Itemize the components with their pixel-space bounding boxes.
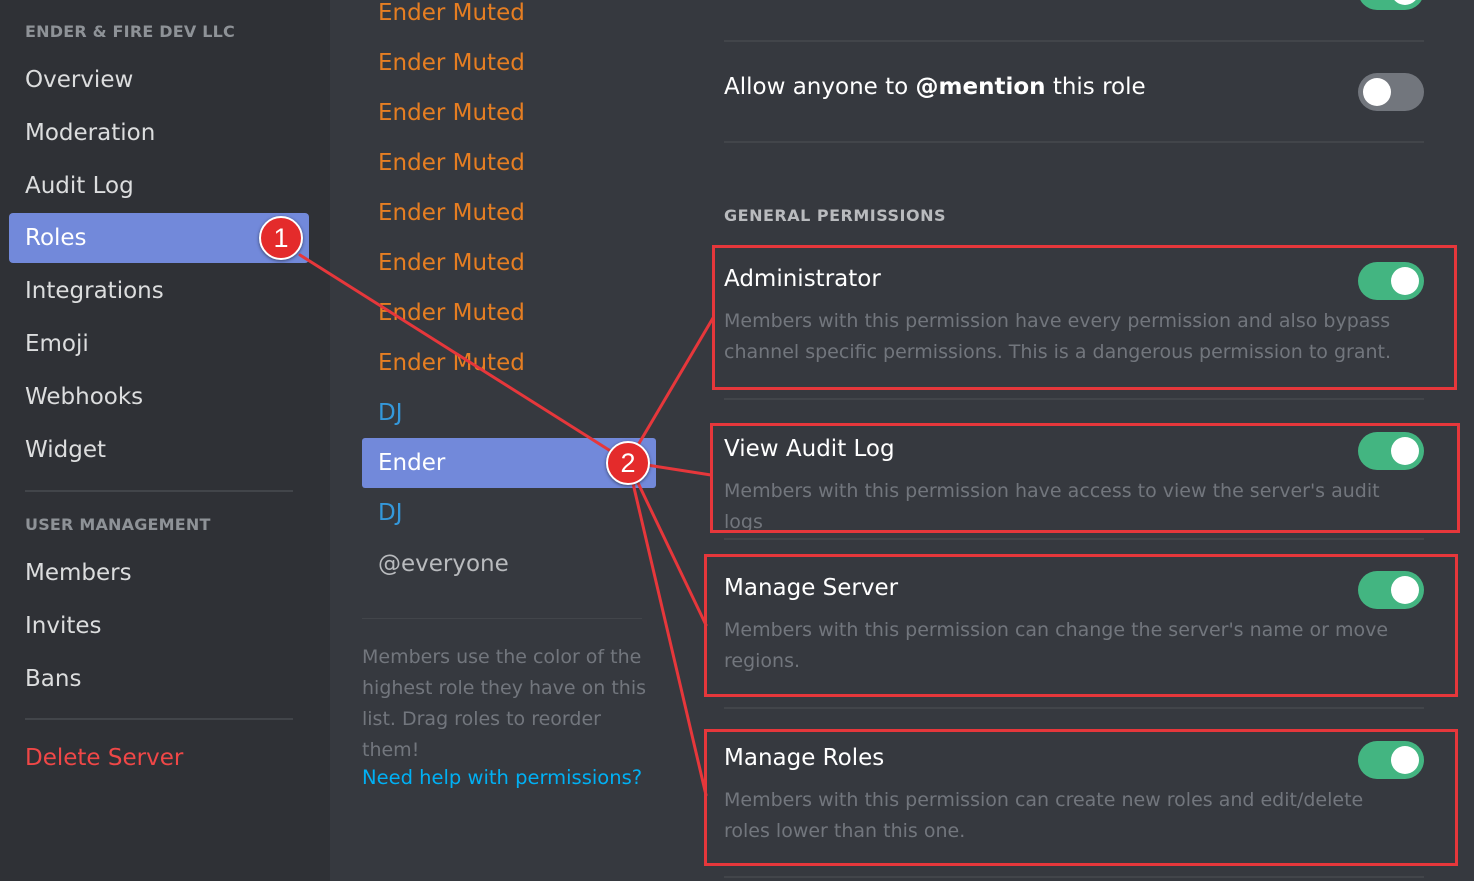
roles-divider bbox=[362, 618, 642, 619]
sidebar-item-overview[interactable]: Overview bbox=[9, 55, 309, 105]
sidebar-item-emoji[interactable]: Emoji bbox=[9, 319, 309, 369]
sidebar-item-moderation[interactable]: Moderation bbox=[9, 108, 309, 158]
permission-divider bbox=[724, 538, 1424, 540]
mention-toggle[interactable] bbox=[1358, 73, 1424, 111]
sidebar-item-audit-log[interactable]: Audit Log bbox=[9, 161, 309, 211]
role-item-dj[interactable]: DJ bbox=[362, 388, 656, 438]
annotation-highlight-manage-server bbox=[704, 554, 1458, 697]
mention-setting-label: Allow anyone to @mention this role bbox=[724, 74, 1146, 100]
permission-divider bbox=[724, 707, 1424, 709]
toggle-knob bbox=[1363, 78, 1391, 106]
annotation-highlight-administrator bbox=[712, 245, 1457, 390]
role-item[interactable]: Ender Muted bbox=[362, 88, 656, 138]
sidebar-divider bbox=[25, 490, 293, 492]
permission-divider bbox=[724, 876, 1424, 878]
role-item[interactable]: Ender Muted bbox=[362, 338, 656, 388]
role-item[interactable]: Ender Muted bbox=[362, 0, 656, 38]
toggle-knob bbox=[1391, 0, 1419, 5]
annotation-badge-2: 2 bbox=[606, 441, 650, 485]
user-management-header: USER MANAGEMENT bbox=[25, 515, 211, 534]
role-item[interactable]: Ender Muted bbox=[362, 38, 656, 88]
role-item[interactable]: Ender Muted bbox=[362, 138, 656, 188]
role-item-dj[interactable]: DJ bbox=[362, 488, 656, 538]
annotation-badge-1: 1 bbox=[259, 216, 303, 260]
sidebar-item-widget[interactable]: Widget bbox=[9, 425, 309, 475]
roles-hint-text: Members use the color of the highest rol… bbox=[362, 646, 647, 761]
role-item[interactable]: Ender Muted bbox=[362, 288, 656, 338]
permission-divider bbox=[724, 40, 1424, 42]
role-item[interactable]: Ender Muted bbox=[362, 188, 656, 238]
mention-label-prefix: Allow anyone to bbox=[724, 74, 916, 100]
permissions-help-link[interactable]: Need help with permissions? bbox=[362, 766, 642, 789]
mention-label-suffix: this role bbox=[1045, 74, 1146, 100]
sidebar-item-members[interactable]: Members bbox=[9, 548, 309, 598]
annotation-highlight-manage-roles bbox=[704, 729, 1458, 866]
role-item[interactable]: Ender Muted bbox=[362, 238, 656, 288]
sidebar-item-webhooks[interactable]: Webhooks bbox=[9, 372, 309, 422]
sidebar-item-bans[interactable]: Bans bbox=[9, 654, 309, 704]
mention-label-bold: @mention bbox=[915, 74, 1046, 100]
annotation-highlight-view-audit-log bbox=[710, 423, 1460, 533]
previous-setting-toggle[interactable] bbox=[1358, 0, 1424, 10]
permission-divider bbox=[724, 398, 1424, 400]
delete-server-button[interactable]: Delete Server bbox=[9, 733, 309, 783]
settings-sidebar: ENDER & FIRE DEV LLC Overview Moderation… bbox=[0, 0, 330, 881]
sidebar-divider bbox=[25, 718, 293, 720]
role-item-everyone[interactable]: @everyone bbox=[362, 539, 656, 589]
server-name-header: ENDER & FIRE DEV LLC bbox=[25, 22, 235, 41]
permission-divider bbox=[724, 141, 1424, 143]
sidebar-item-invites[interactable]: Invites bbox=[9, 601, 309, 651]
sidebar-item-integrations[interactable]: Integrations bbox=[9, 266, 309, 316]
general-permissions-header: GENERAL PERMISSIONS bbox=[724, 206, 946, 225]
